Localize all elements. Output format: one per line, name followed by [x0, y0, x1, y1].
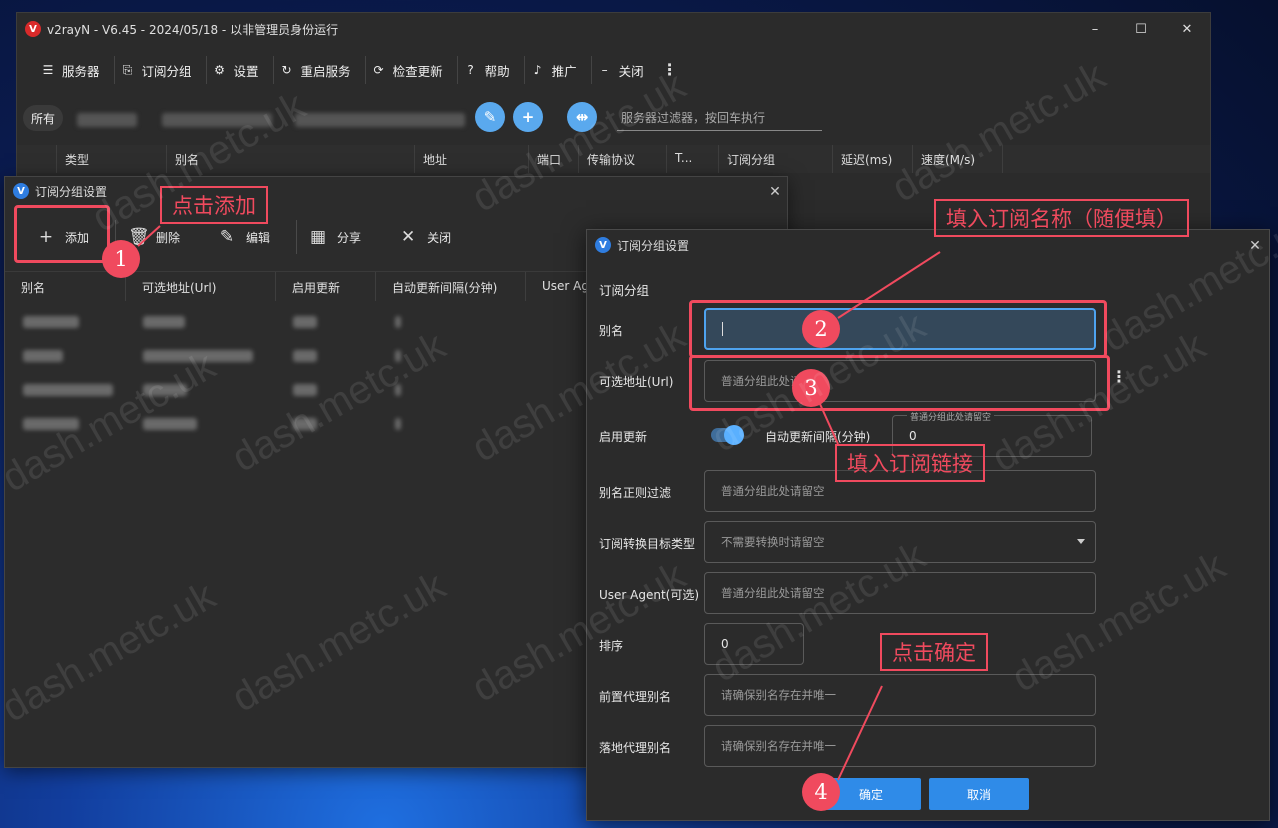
annotation-step4-label: 点击确定 [880, 633, 988, 671]
annotation-step4-number: 4 [802, 773, 840, 811]
annotation-highlight-add [14, 205, 110, 263]
annotation-step1-label: 点击添加 [160, 186, 268, 224]
annotation-step2-label: 填入订阅名称（随便填） [934, 199, 1189, 237]
annotation-highlight-url [689, 355, 1110, 411]
annotation-step1-number: 1 [102, 240, 140, 278]
annotation-step2-number: 2 [802, 310, 840, 348]
annotation-lines [137, 225, 941, 781]
annotation-step3-number: 3 [792, 369, 830, 407]
annotation-step3-label: 填入订阅链接 [835, 444, 985, 482]
annotation-highlight-alias [689, 300, 1107, 358]
